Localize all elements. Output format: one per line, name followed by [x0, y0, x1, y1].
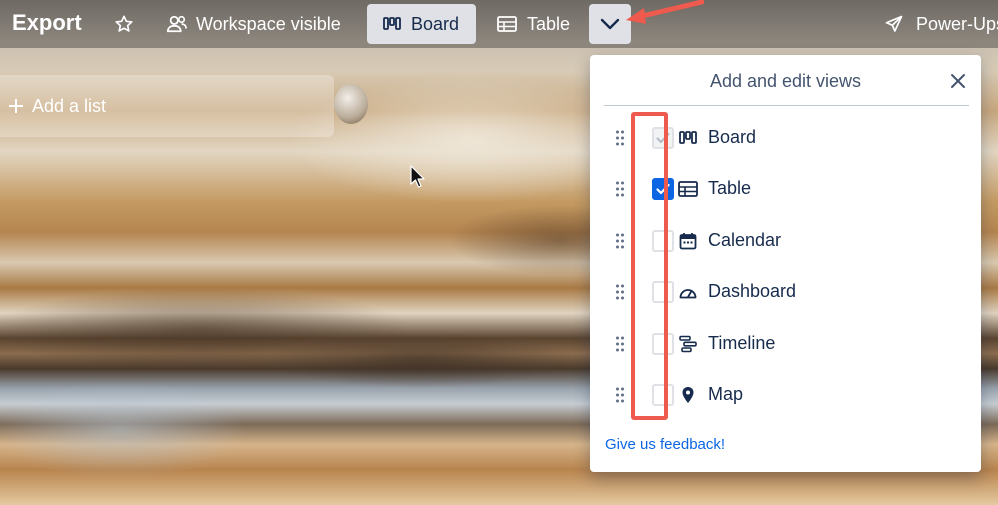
star-icon: [115, 15, 133, 32]
workspace-visibility-button[interactable]: Workspace visible: [160, 8, 347, 40]
background-rock-detail: [334, 84, 368, 124]
close-icon: [951, 74, 965, 88]
view-board-label: Board: [411, 13, 460, 34]
workspace-visibility-label: Workspace visible: [196, 13, 341, 34]
view-option-label: Calendar: [708, 230, 782, 250]
view-option-label: Timeline: [708, 333, 776, 353]
add-list-label: Add a list: [32, 95, 107, 116]
board-header: Export Workspace visible Board Table Pow…: [0, 0, 998, 48]
calendar-icon: [678, 231, 698, 251]
drag-handle-icon[interactable]: [615, 284, 625, 300]
drag-handle-icon[interactable]: [615, 181, 625, 197]
star-button[interactable]: [112, 12, 136, 36]
mouse-cursor-icon: [410, 165, 425, 188]
drag-handle-icon[interactable]: [615, 130, 625, 146]
view-option-label: Map: [708, 384, 744, 404]
board-icon: [383, 17, 401, 30]
annotation-arrow: [626, 0, 704, 24]
view-option-label: Board: [708, 127, 757, 147]
drag-handle-icon[interactable]: [615, 336, 625, 352]
add-list-button[interactable]: Add a list: [0, 75, 334, 137]
board-title[interactable]: Export: [12, 10, 82, 36]
feedback-link[interactable]: Give us feedback!: [605, 436, 725, 453]
view-board-button[interactable]: Board: [367, 4, 476, 44]
table-icon: [678, 179, 698, 199]
popover-divider: [604, 105, 969, 106]
view-table-label: Table: [527, 13, 571, 34]
view-option-label: Dashboard: [708, 281, 797, 301]
drag-handle-icon[interactable]: [615, 233, 625, 249]
popover-title: Add and edit views: [709, 71, 862, 91]
table-icon: [497, 16, 517, 32]
view-option-label: Table: [708, 178, 752, 198]
powerups-label: Power-Ups: [916, 13, 998, 34]
dashboard-icon: [678, 282, 698, 302]
board-icon: [678, 128, 698, 148]
rocket-icon: [885, 15, 903, 32]
annotation-highlight-box: [631, 112, 668, 420]
workspace-people-icon: [166, 15, 187, 33]
close-button[interactable]: [946, 69, 970, 93]
timeline-icon: [678, 334, 698, 354]
powerups-button[interactable]: Power-Ups: [884, 8, 998, 40]
drag-handle-icon[interactable]: [615, 387, 625, 403]
view-table-button[interactable]: Table: [487, 4, 582, 44]
plus-icon: [9, 99, 23, 113]
map-pin-icon: [678, 385, 698, 405]
chevron-down-icon: [600, 18, 620, 30]
